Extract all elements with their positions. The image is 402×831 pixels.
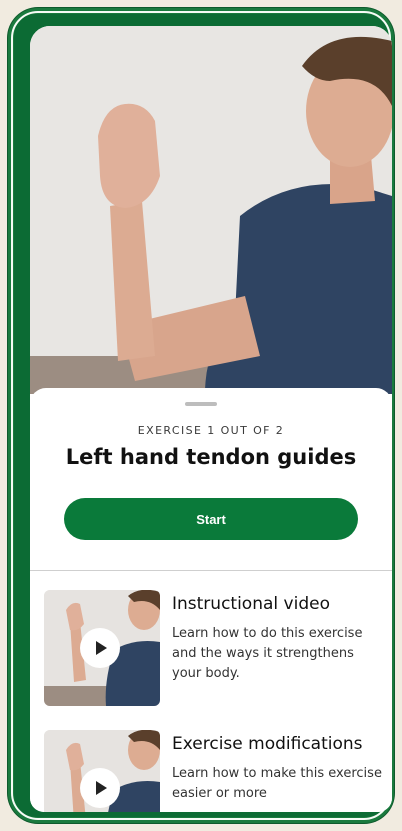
exercise-sheet: EXERCISE 1 OUT OF 2 Left hand tendon gui… [30, 388, 392, 812]
list-item-instructional-video[interactable]: Instructional video Learn how to do this… [44, 590, 384, 710]
item-description: Learn how to do this exercise and the wa… [172, 626, 363, 681]
play-icon[interactable] [80, 628, 120, 668]
divider [30, 570, 392, 571]
play-icon[interactable] [80, 768, 120, 808]
video-thumbnail[interactable] [44, 590, 160, 706]
exercise-title: Left hand tendon guides [65, 445, 357, 469]
item-description: Learn how to make this exercise easier o… [172, 766, 382, 801]
start-button[interactable]: Start [64, 498, 358, 540]
exercise-hero-image [30, 26, 392, 394]
item-title: Exercise modifications [172, 734, 363, 754]
list-item-exercise-modifications[interactable]: Exercise modifications Learn how to make… [44, 730, 384, 812]
video-thumbnail[interactable] [44, 730, 160, 812]
exercise-photo [30, 26, 392, 394]
app-screen: EXERCISE 1 OUT OF 2 Left hand tendon gui… [30, 26, 392, 812]
exercise-counter: EXERCISE 1 OUT OF 2 [137, 424, 285, 437]
item-title: Instructional video [172, 594, 330, 614]
drag-handle[interactable] [185, 402, 217, 406]
